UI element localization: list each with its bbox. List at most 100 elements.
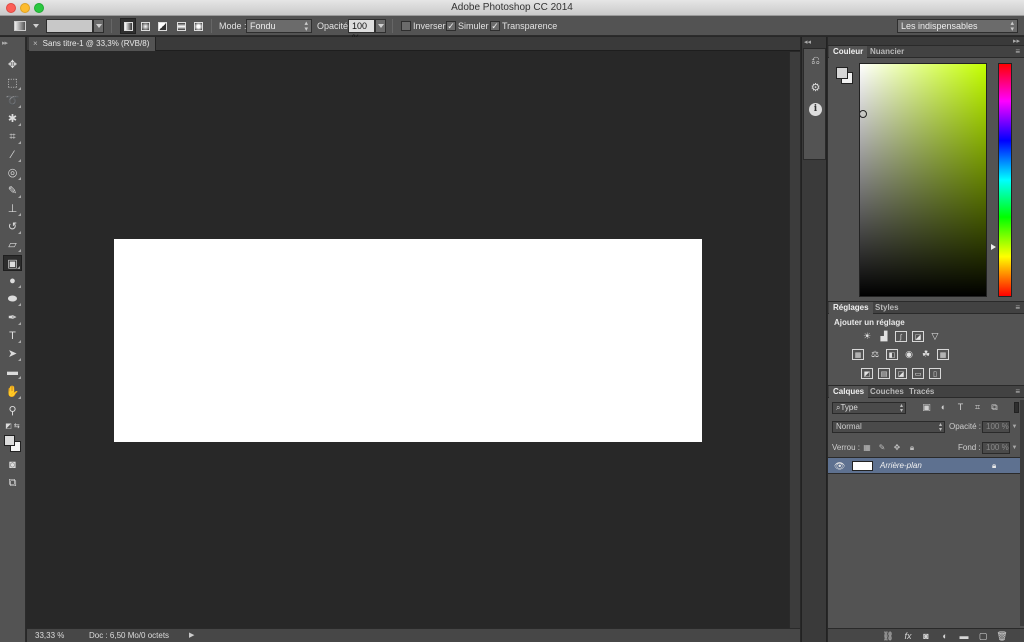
status-menu-arrow-icon[interactable]: ▶ xyxy=(189,629,194,642)
layer-filter-toggle[interactable] xyxy=(1014,402,1019,413)
tab-couches[interactable]: Couches xyxy=(866,386,908,398)
saturation-brightness-field[interactable] xyxy=(859,63,987,297)
gradient-tool-preset-icon[interactable] xyxy=(14,21,26,31)
healing-brush-tool-button[interactable]: ◎ xyxy=(3,165,22,181)
shape-layer-filter-icon[interactable]: ⌗ xyxy=(972,402,983,413)
fill-field[interactable]: 100 % xyxy=(982,442,1010,454)
levels-icon[interactable]: ▟ xyxy=(878,331,890,342)
color-picker-cursor[interactable] xyxy=(859,110,867,118)
magic-wand-tool-button[interactable]: ✱ xyxy=(3,111,22,127)
zoom-level-field[interactable]: 33,33 % xyxy=(35,629,64,642)
pen-tool-button[interactable]: ✒ xyxy=(3,310,22,326)
black-white-icon[interactable]: ◧ xyxy=(886,349,898,360)
document-tab[interactable]: × Sans titre-1 @ 33,3% (RVB/8) xyxy=(29,37,157,51)
panel-menu-icon[interactable]: ≡ xyxy=(1015,386,1020,397)
history-brush-tool-button[interactable]: ↺ xyxy=(3,219,22,235)
tab-traces[interactable]: Tracés xyxy=(905,386,938,398)
trash-icon[interactable]: 🗑︎ xyxy=(996,630,1008,642)
add-mask-icon[interactable]: ◙ xyxy=(920,630,932,642)
new-layer-icon[interactable]: ▢ xyxy=(977,630,989,642)
quick-mask-button[interactable]: ◙ xyxy=(3,457,22,473)
new-group-icon[interactable]: ▬ xyxy=(958,630,970,642)
crop-tool-button[interactable]: ⌗ xyxy=(3,129,22,145)
zoom-tool-button[interactable]: ⚲ xyxy=(3,403,22,419)
move-tool-button[interactable]: ✥ xyxy=(3,57,22,73)
color-panel-foreground-swatch[interactable] xyxy=(836,67,848,79)
chevron-down-icon[interactable]: ▼ xyxy=(1010,421,1019,433)
brush-tool-button[interactable]: ✎ xyxy=(3,183,22,199)
rectangle-tool-button[interactable]: ▬ xyxy=(3,364,22,380)
gradient-editor-swatch[interactable] xyxy=(46,19,93,33)
lock-all-icon[interactable]: 🔒︎ xyxy=(907,442,917,454)
lock-transparency-icon[interactable]: ▦ xyxy=(862,442,872,454)
screen-mode-button[interactable]: ⧉ xyxy=(3,475,22,491)
linear-gradient-button[interactable] xyxy=(120,18,136,34)
eyedropper-tool-button[interactable]: ⁄ xyxy=(3,147,22,163)
hue-slider[interactable] xyxy=(998,63,1012,297)
curves-icon[interactable]: ∫ xyxy=(895,331,907,342)
panel-menu-icon[interactable]: ≡ xyxy=(1015,302,1020,313)
type-layer-filter-icon[interactable]: T xyxy=(955,402,966,413)
close-document-icon[interactable]: × xyxy=(33,39,38,48)
layer-style-icon[interactable]: fx xyxy=(902,630,914,642)
inverser-checkbox[interactable] xyxy=(401,21,411,31)
canvas-workspace[interactable] xyxy=(27,52,789,628)
eraser-tool-button[interactable]: ▱ xyxy=(3,237,22,253)
history-panel-icon[interactable]: ⎌ xyxy=(809,55,822,68)
tab-calques[interactable]: Calques xyxy=(829,386,869,398)
tab-couleur[interactable]: Couleur xyxy=(829,46,868,58)
posterize-icon[interactable]: ▤ xyxy=(878,368,890,379)
rectangular-marquee-tool-button[interactable]: ⬚ xyxy=(3,75,22,91)
link-layers-icon[interactable]: ⛓ xyxy=(882,630,894,642)
canvas-vertical-scrollbar[interactable] xyxy=(789,52,800,628)
invert-icon[interactable]: ◩ xyxy=(861,368,873,379)
transparence-checkbox[interactable]: ✓ xyxy=(490,21,500,31)
hue-saturation-icon[interactable]: ▦ xyxy=(852,349,864,360)
tab-nuancier[interactable]: Nuancier xyxy=(866,46,908,58)
exposure-icon[interactable]: ◪ xyxy=(912,331,924,342)
gradient-picker-dropdown[interactable] xyxy=(93,19,104,33)
hue-slider-marker[interactable] xyxy=(991,244,996,250)
lock-position-icon[interactable]: ✥ xyxy=(892,442,902,454)
type-tool-button[interactable]: T xyxy=(3,328,22,344)
workspace-select[interactable]: Les indispensables ▴ ▾ xyxy=(897,19,1018,33)
threshold-icon[interactable]: ◪ xyxy=(895,368,907,379)
tab-reglages[interactable]: Réglages xyxy=(829,302,873,314)
diamond-gradient-button[interactable] xyxy=(190,18,206,34)
chevron-down-icon[interactable]: ▼ xyxy=(1010,442,1019,454)
gradient-tool-button[interactable]: ▣ xyxy=(3,255,22,271)
properties-panel-icon[interactable]: ⚙ xyxy=(809,82,822,95)
layers-scrollbar[interactable] xyxy=(1020,400,1024,626)
dodge-tool-button[interactable]: ⬬ xyxy=(3,291,22,307)
collapse-panels-icon[interactable]: ▸▸ xyxy=(1013,37,1020,45)
foreground-color-swatch[interactable] xyxy=(4,435,15,446)
new-adjustment-layer-icon[interactable]: ◐ xyxy=(939,630,951,642)
adjustment-layer-filter-icon[interactable]: ◐ xyxy=(938,402,949,413)
radial-gradient-button[interactable] xyxy=(137,18,153,34)
smart-object-filter-icon[interactable]: ⧉ xyxy=(989,402,1000,413)
angle-gradient-button[interactable] xyxy=(154,18,170,34)
layer-row[interactable]: 👁︎ Arrière-plan 🔒︎ xyxy=(828,457,1020,474)
vibrance-icon[interactable]: ▽ xyxy=(929,331,941,342)
opacity-field[interactable]: 100 % xyxy=(348,19,375,43)
hand-tool-button[interactable]: ✋ xyxy=(3,384,22,400)
color-balance-icon[interactable]: ⚖ xyxy=(869,349,881,360)
clone-stamp-tool-button[interactable]: ⊥ xyxy=(3,201,22,217)
path-selection-tool-button[interactable]: ➤ xyxy=(3,346,22,362)
blend-mode-select[interactable]: Normal ▴ ▾ xyxy=(832,421,945,433)
opacity-slider-button[interactable] xyxy=(375,19,386,33)
lock-pixels-icon[interactable]: ✎ xyxy=(877,442,887,454)
document-canvas[interactable] xyxy=(114,239,702,442)
panel-menu-icon[interactable]: ≡ xyxy=(1015,46,1020,57)
expand-toolbar-icon[interactable]: ▸▸ xyxy=(2,39,8,47)
chevron-down-icon[interactable] xyxy=(33,24,39,28)
layer-filter-select[interactable]: ⌕Type ▴ ▾ xyxy=(832,402,906,414)
info-panel-icon[interactable]: i xyxy=(809,103,822,116)
lasso-tool-button[interactable]: ➰ xyxy=(3,93,22,109)
mode-select[interactable]: Fondu ▴ ▾ xyxy=(246,19,312,33)
gradient-map-icon[interactable]: ▭ xyxy=(912,368,924,379)
color-lookup-icon[interactable]: ▦ xyxy=(937,349,949,360)
photo-filter-icon[interactable]: ◉ xyxy=(903,349,915,360)
selective-color-icon[interactable]: ▯ xyxy=(929,368,941,379)
pixel-layer-filter-icon[interactable]: ▣ xyxy=(921,402,932,413)
